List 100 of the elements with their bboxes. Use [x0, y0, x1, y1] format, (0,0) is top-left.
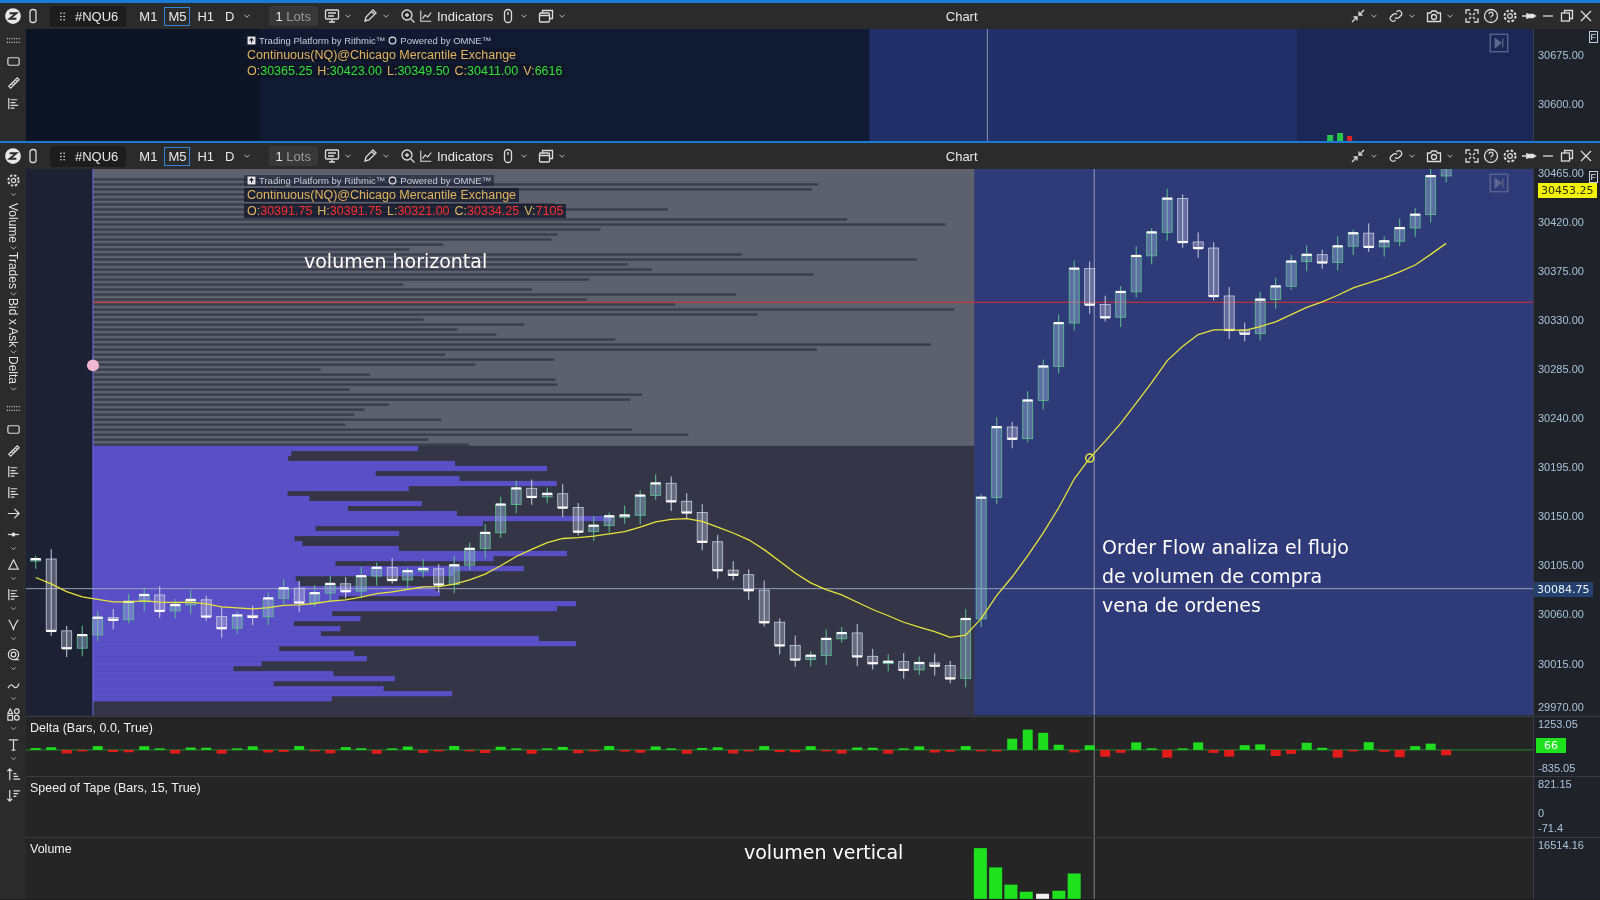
ring-icon	[388, 176, 398, 185]
fullscreen-icon[interactable]	[1464, 8, 1480, 24]
ruler-icon[interactable]	[5, 443, 21, 459]
last-price-tag: 30453.25	[1538, 183, 1597, 198]
value-tag: 66	[1536, 737, 1566, 753]
zoom-in-icon[interactable]	[399, 8, 416, 24]
crosshair-price-tag: 30084.75	[1534, 581, 1593, 597]
spiral-icon[interactable]	[5, 647, 21, 663]
timeframe-tab[interactable]: M5	[164, 146, 191, 166]
lots-field[interactable]: 1 Lots	[268, 6, 318, 26]
side-tab[interactable]: Trades	[6, 252, 20, 289]
chevron-icon[interactable]	[8, 384, 18, 394]
marker-ring	[1084, 453, 1095, 463]
help-icon[interactable]	[1483, 148, 1499, 164]
timeframe-tab[interactable]: M1	[135, 6, 162, 26]
price-label: 30240.00	[1538, 412, 1584, 424]
symbol-selector[interactable]: #NQU6	[50, 145, 127, 167]
bars-icon[interactable]	[5, 96, 21, 111]
price-label: 30285.00	[1538, 362, 1584, 375]
camera-icon[interactable]	[1426, 8, 1442, 24]
side-tab[interactable]: Bid x Ask	[6, 297, 20, 348]
side-tab[interactable]: Volume	[6, 203, 20, 244]
camera-icon[interactable]	[1426, 148, 1442, 164]
link-icon[interactable]	[1388, 8, 1404, 24]
ohlcv-value: C:30334.25	[454, 204, 520, 218]
line-chart-icon[interactable]	[418, 149, 433, 163]
powered-by-credit: Powered by OMNE™	[400, 175, 492, 186]
axis-flag[interactable]: F	[1588, 31, 1598, 43]
logo-icon[interactable]	[4, 7, 22, 25]
rectangle-icon[interactable]	[5, 54, 21, 69]
lots-field[interactable]: 1 Lots	[268, 146, 318, 166]
pencil-icon[interactable]	[361, 8, 378, 24]
ohlcv-value: H:30391.75	[317, 204, 382, 218]
zoom-in-icon[interactable]	[399, 148, 416, 164]
axis-label: 16514.16	[1538, 839, 1584, 852]
ring-icon	[388, 36, 398, 45]
ohlcv-value: H:30423.00	[317, 64, 382, 78]
bars-icon[interactable]	[5, 587, 21, 603]
restore-icon[interactable]	[1559, 148, 1575, 164]
chevron-icon[interactable]	[8, 347, 18, 357]
fork-curve-icon[interactable]	[5, 617, 21, 633]
fullscreen-icon[interactable]	[1464, 148, 1480, 164]
bars-icon[interactable]	[5, 464, 21, 480]
indicators-button[interactable]: Indicators	[418, 148, 494, 164]
close-icon[interactable]	[1578, 8, 1594, 24]
settings-icon[interactable]	[5, 173, 21, 188]
price-label: 29970.00	[1538, 701, 1584, 713]
ohlcv-value: O:30365.25	[247, 64, 313, 78]
anchor-dot[interactable]	[86, 359, 99, 372]
price-label: 30600.00	[1538, 98, 1584, 110]
help-icon[interactable]	[1483, 8, 1499, 24]
timeframe-tab[interactable]: M5	[164, 6, 191, 26]
instrument-name: Continuous(NQ)@Chicago Mercantile Exchange	[244, 48, 520, 62]
axis-label: -835.05	[1538, 761, 1576, 774]
chevron-icon[interactable]	[8, 243, 18, 253]
collapse-arrows-icon[interactable]	[1350, 8, 1366, 24]
restore-icon[interactable]	[1559, 8, 1575, 24]
side-tab[interactable]: Delta	[6, 356, 20, 385]
triangle-icon[interactable]	[5, 557, 21, 573]
sort-descending-icon[interactable]	[5, 788, 21, 804]
price-label: 30420.00	[1538, 215, 1584, 228]
candlestick-drawing	[1327, 133, 1353, 141]
ohlcv-value: O:30391.75	[247, 204, 313, 218]
price-label: 30330.00	[1538, 313, 1584, 326]
windows-icon[interactable]	[538, 148, 555, 164]
line-chart-icon[interactable]	[418, 9, 433, 23]
window-title: Chart	[945, 8, 978, 24]
bars-icon[interactable]	[5, 485, 21, 501]
axis-label: 1253.05	[1538, 717, 1578, 730]
settings-icon[interactable]	[1502, 8, 1518, 24]
annotation-text: volumen horizontal	[304, 249, 488, 274]
monitor-icon[interactable]	[323, 148, 340, 164]
collapse-arrows-icon[interactable]	[1350, 148, 1366, 164]
timeframe-tab[interactable]: D	[221, 6, 239, 26]
close-icon[interactable]	[1578, 148, 1594, 164]
ohlcv-value: L:30349.50	[387, 64, 450, 78]
timeframe-tab[interactable]: D	[221, 146, 239, 166]
powered-by-credit: Powered by OMNE™	[400, 35, 492, 46]
timeframe-tab[interactable]: H1	[193, 146, 219, 166]
indicators-button[interactable]: Indicators	[418, 8, 494, 24]
caret-icon[interactable]	[8, 190, 18, 199]
pencil-icon[interactable]	[361, 148, 378, 164]
shapes-icon[interactable]	[5, 707, 21, 723]
monitor-icon[interactable]	[323, 8, 340, 24]
skip-to-end-icon[interactable]	[1489, 33, 1509, 53]
timeframe-tab[interactable]: H1	[193, 6, 219, 26]
sort-ascending-icon[interactable]	[5, 767, 21, 783]
link-icon[interactable]	[1388, 148, 1404, 164]
window-title: Chart	[945, 148, 978, 164]
price-label: 30375.00	[1538, 264, 1584, 277]
price-label: 30150.00	[1538, 510, 1584, 523]
price-label: 30105.00	[1538, 559, 1584, 572]
price-label: 30465.00	[1538, 166, 1584, 179]
settings-icon[interactable]	[1502, 148, 1518, 164]
timeframe-tab[interactable]: M1	[135, 146, 162, 166]
ruler-icon[interactable]	[5, 75, 21, 90]
logo-icon[interactable]	[4, 147, 22, 165]
symbol-selector[interactable]: #NQU6	[50, 5, 127, 27]
windows-icon[interactable]	[538, 8, 555, 24]
ohlcv-value: L:30321.00	[387, 204, 450, 218]
